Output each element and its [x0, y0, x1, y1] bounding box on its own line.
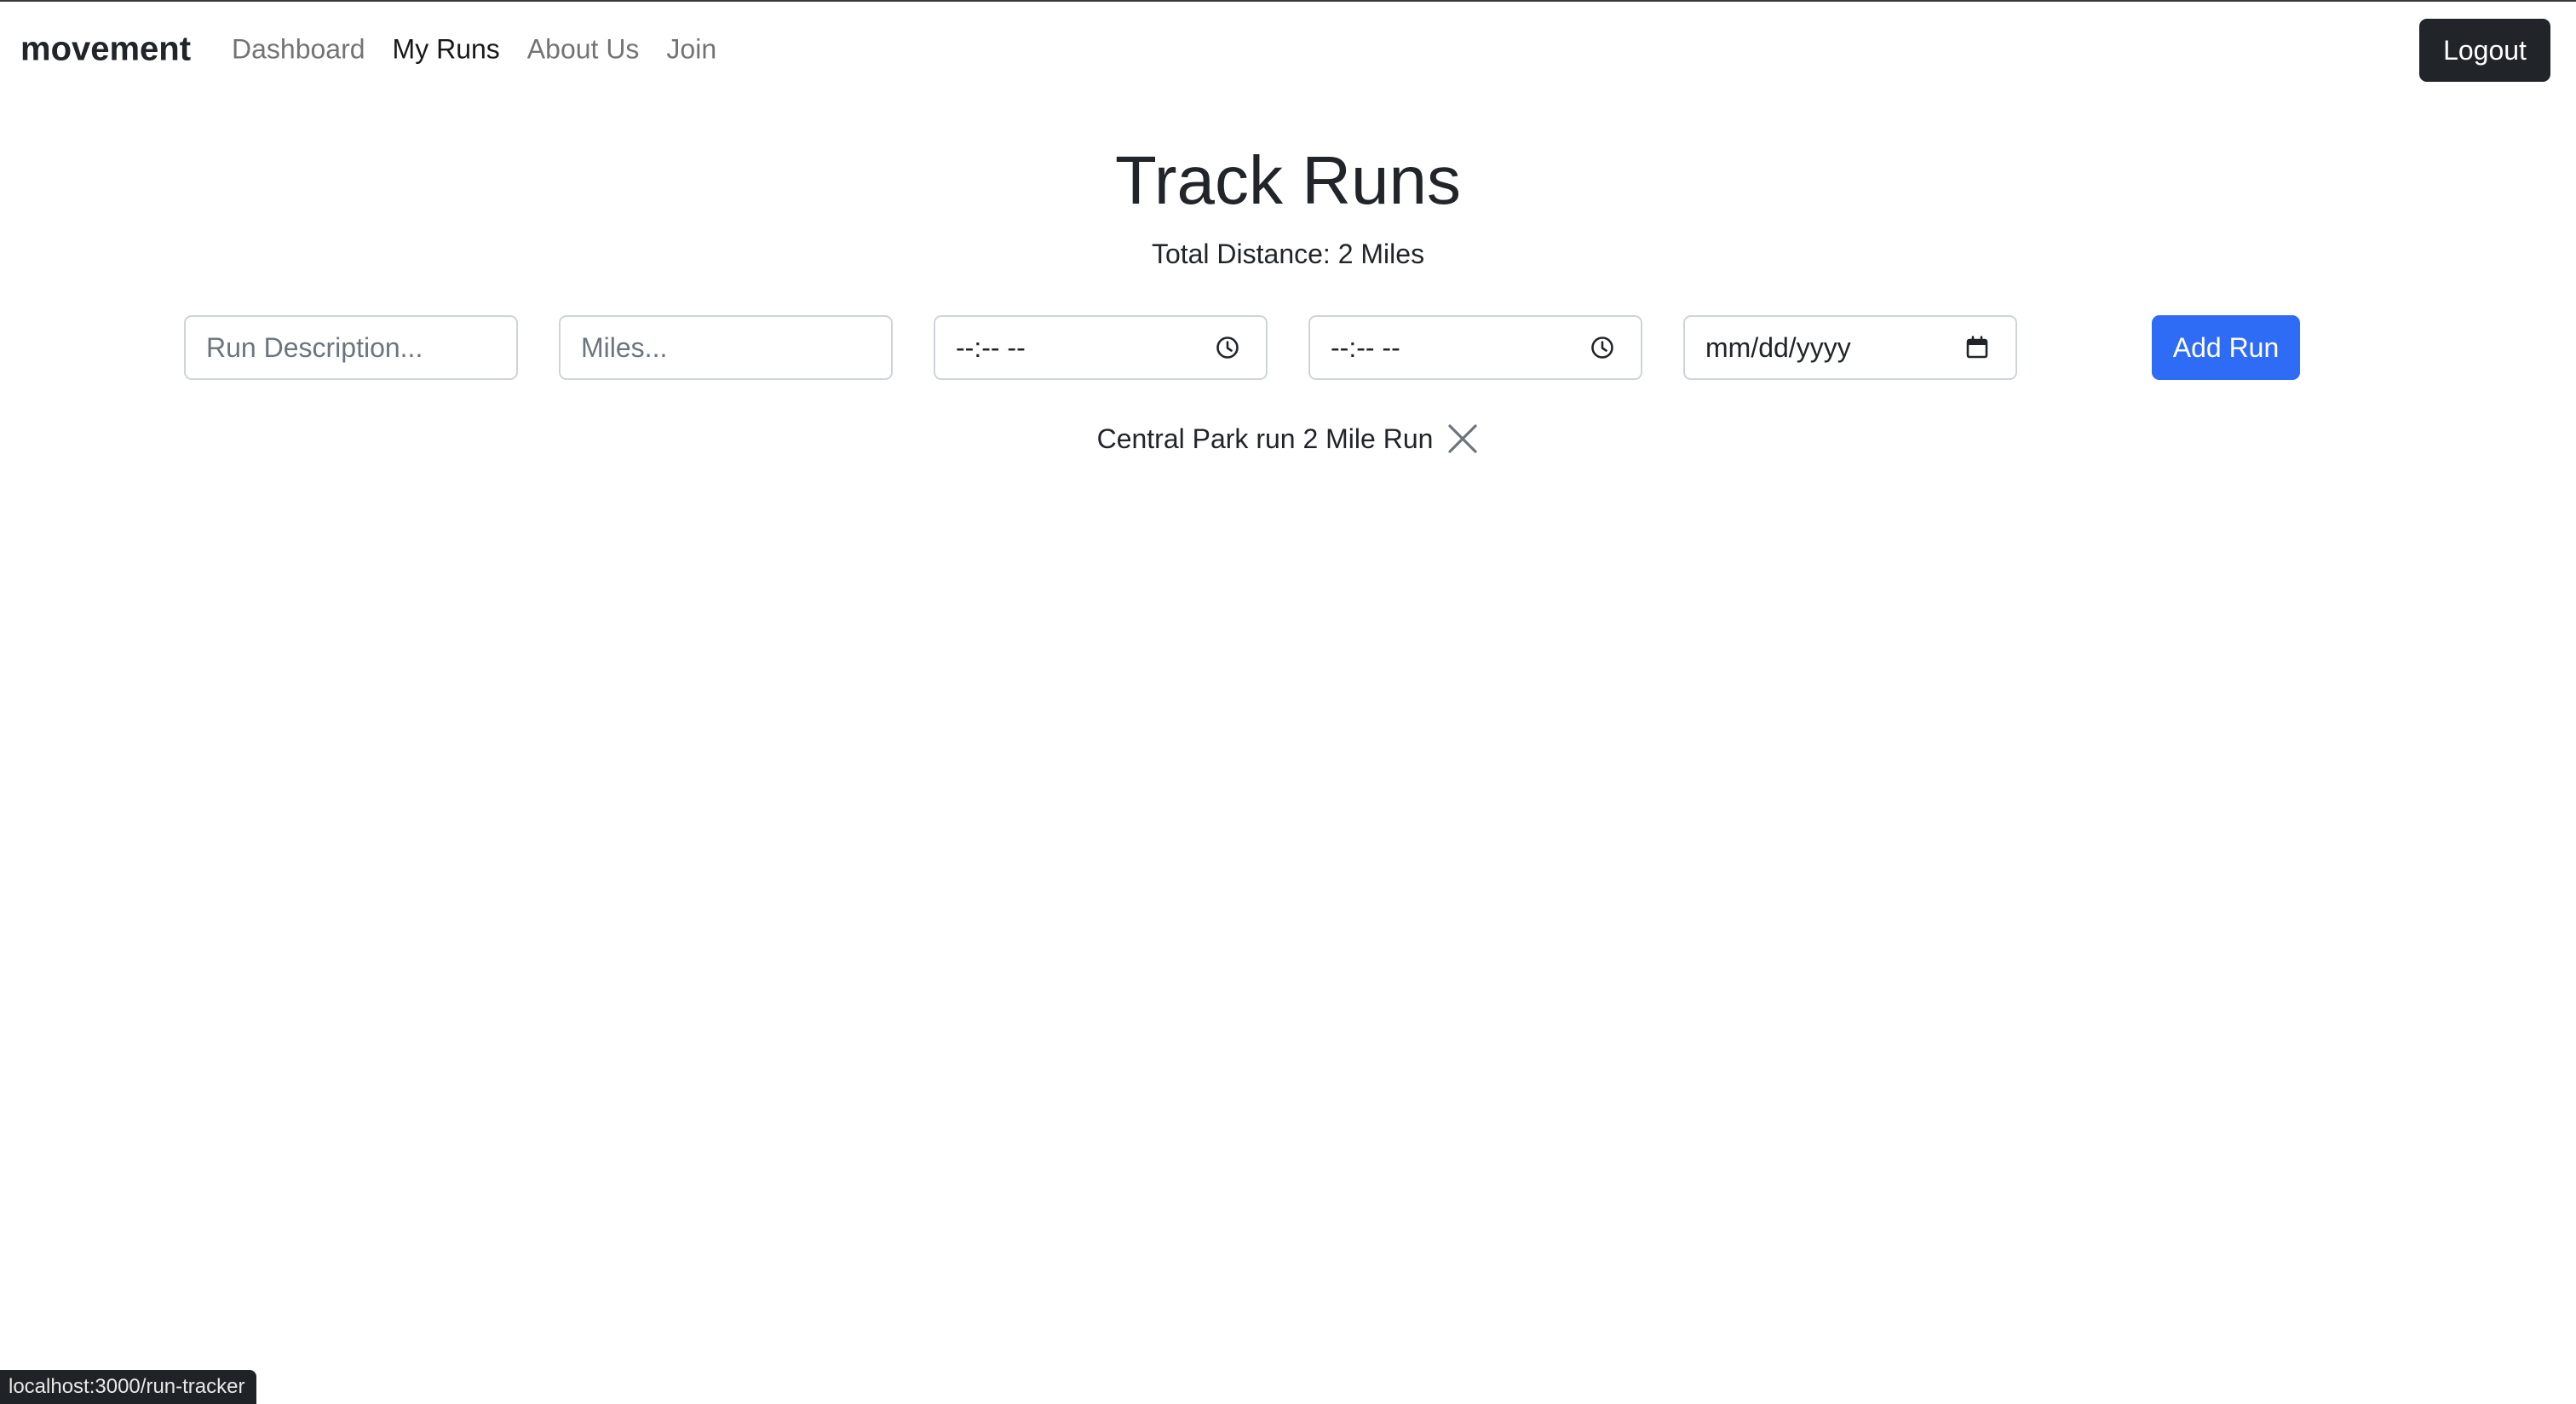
end-time-value: --:-- --: [1331, 331, 1400, 363]
date-value: mm/dd/yyyy: [1705, 331, 1851, 363]
miles-placeholder: Miles...: [581, 331, 668, 363]
run-entry-text: Central Park run 2 Mile Run: [1096, 423, 1434, 454]
total-distance: Total Distance: 2 Miles: [1151, 239, 1425, 269]
miles-input[interactable]: Miles...: [559, 315, 893, 380]
end-time-input[interactable]: --:-- --: [1308, 315, 1642, 380]
calendar-icon[interactable]: [1964, 335, 1990, 360]
nav-link-join[interactable]: Join: [666, 34, 716, 66]
run-description-placeholder: Run Description...: [206, 331, 423, 363]
brand-logo[interactable]: movement: [20, 31, 191, 69]
navbar: movement Dashboard My Runs About Us Join…: [0, 2, 2576, 97]
nav-links: Dashboard My Runs About Us Join: [232, 34, 744, 66]
nav-link-about-us[interactable]: About Us: [527, 34, 640, 66]
run-description-input[interactable]: Run Description...: [184, 315, 518, 380]
nav-link-my-runs[interactable]: My Runs: [393, 34, 500, 66]
nav-link-dashboard[interactable]: Dashboard: [232, 34, 365, 66]
page-title: Track Runs: [1114, 142, 1461, 218]
close-icon[interactable]: [1446, 423, 1479, 455]
start-time-value: --:-- --: [956, 331, 1026, 363]
clock-icon[interactable]: [1215, 335, 1240, 360]
add-run-button[interactable]: Add Run: [2152, 315, 2300, 380]
run-list-item: Central Park run 2 Mile Run: [0, 423, 2576, 455]
status-bar-url: localhost:3000/run-tracker: [0, 1370, 257, 1404]
date-input[interactable]: mm/dd/yyyy: [1683, 315, 2017, 380]
start-time-input[interactable]: --:-- --: [934, 315, 1268, 380]
logout-button[interactable]: Logout: [2419, 19, 2550, 82]
clock-icon[interactable]: [1590, 335, 1615, 360]
